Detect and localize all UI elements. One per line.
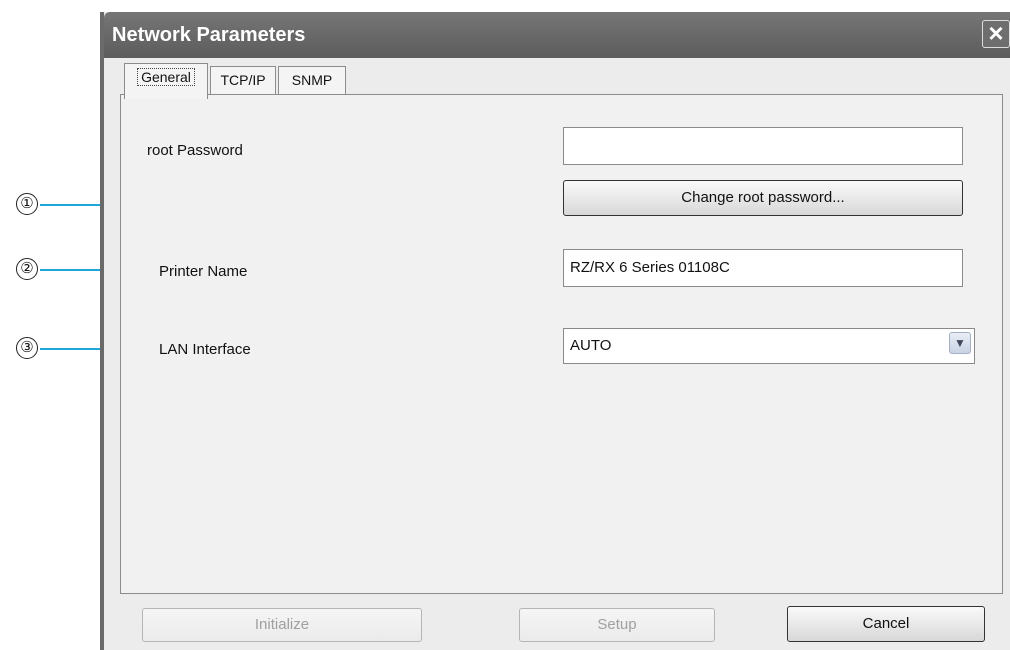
- callout-1: ①: [16, 193, 46, 223]
- root-password-label: root Password: [147, 142, 243, 159]
- tab-tcpip[interactable]: TCP/IP: [210, 66, 276, 94]
- dialog-body: General TCP/IP SNMP root Password Change…: [104, 58, 1010, 650]
- lan-interface-label: LAN Interface: [159, 341, 251, 358]
- change-root-password-button[interactable]: Change root password...: [563, 180, 963, 216]
- lan-interface-value: AUTO: [570, 337, 612, 354]
- tab-snmp[interactable]: SNMP: [278, 66, 346, 94]
- network-parameters-dialog: Network Parameters × General TCP/IP SNMP…: [100, 12, 1010, 650]
- close-icon[interactable]: ×: [982, 20, 1010, 48]
- printer-name-label: Printer Name: [159, 263, 248, 280]
- callout-3-number: ③: [16, 337, 38, 359]
- cancel-button[interactable]: Cancel: [787, 606, 985, 642]
- tab-snmp-label: SNMP: [291, 72, 333, 88]
- callout-2-number: ②: [16, 258, 38, 280]
- root-password-field[interactable]: [563, 127, 963, 165]
- lan-interface-select[interactable]: AUTO ▼: [563, 328, 975, 364]
- setup-button[interactable]: Setup: [519, 608, 715, 642]
- tab-tcpip-label: TCP/IP: [220, 72, 266, 88]
- dialog-title: Network Parameters: [112, 24, 306, 46]
- printer-name-field[interactable]: RZ/RX 6 Series 01108C: [563, 249, 963, 287]
- title-bar: Network Parameters ×: [104, 12, 1010, 58]
- callout-1-number: ①: [16, 193, 38, 215]
- callout-2: ②: [16, 258, 46, 288]
- tab-general[interactable]: General: [124, 63, 208, 99]
- general-tab-panel: root Password Change root password... Pr…: [120, 94, 1003, 594]
- tab-general-label: General: [137, 68, 195, 86]
- callout-3: ③: [16, 337, 46, 367]
- initialize-button[interactable]: Initialize: [142, 608, 422, 642]
- chevron-down-icon[interactable]: ▼: [949, 332, 971, 354]
